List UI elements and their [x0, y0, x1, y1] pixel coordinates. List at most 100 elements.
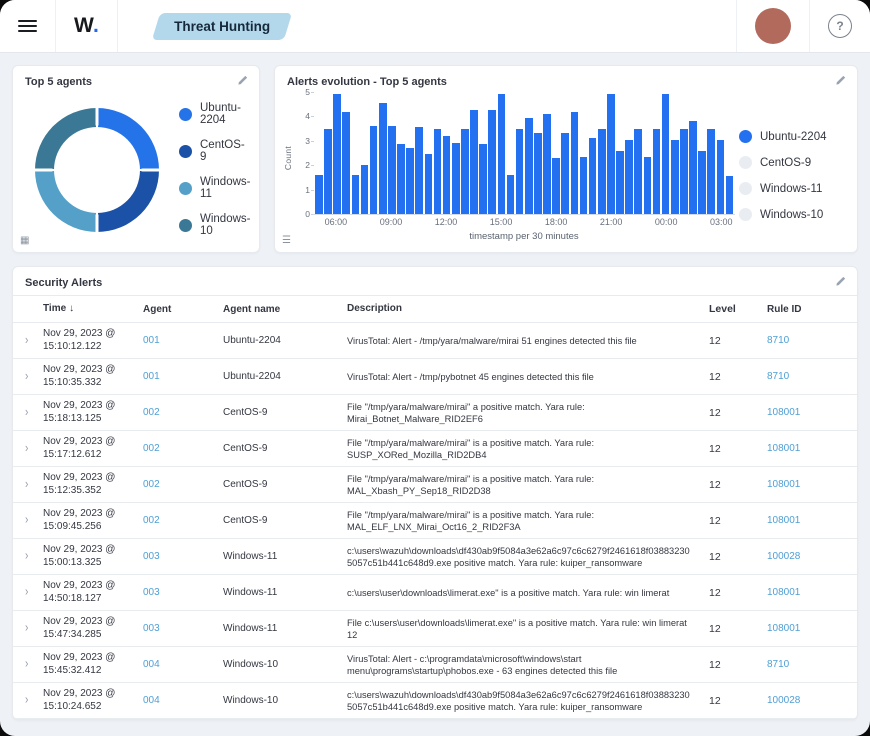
agent-id-link[interactable]: 001: [143, 335, 160, 346]
bar-12[interactable]: [425, 154, 433, 214]
rule-id-link[interactable]: 108001: [767, 515, 800, 526]
column-header-agent-name[interactable]: Agent name: [223, 304, 347, 315]
bar-2[interactable]: [333, 94, 341, 214]
agent-id-link[interactable]: 002: [143, 479, 160, 490]
bar-34[interactable]: [625, 140, 633, 214]
expand-row-icon[interactable]: ›: [25, 657, 28, 671]
edit-panel-icon[interactable]: [835, 75, 846, 86]
bar-35[interactable]: [634, 129, 642, 214]
bar-36[interactable]: [644, 157, 652, 214]
bar-25[interactable]: [543, 114, 551, 214]
bar-8[interactable]: [388, 126, 396, 214]
table-mini-icon[interactable]: ▦: [20, 236, 29, 246]
bar-45[interactable]: [726, 176, 734, 214]
expand-row-icon[interactable]: ›: [25, 477, 28, 491]
edit-panel-icon[interactable]: [237, 75, 248, 86]
bar-23[interactable]: [525, 118, 533, 214]
bar-17[interactable]: [470, 110, 478, 214]
bar-33[interactable]: [616, 151, 624, 214]
column-header-level[interactable]: Level: [709, 303, 767, 315]
bar-40[interactable]: [680, 129, 688, 214]
bar-7[interactable]: [379, 103, 387, 214]
bar-15[interactable]: [452, 143, 460, 214]
column-header-rule-id[interactable]: Rule ID: [767, 304, 851, 315]
agent-id-link[interactable]: 003: [143, 587, 160, 598]
rule-id-link[interactable]: 100028: [767, 551, 800, 562]
legend-item-ubuntu-2204[interactable]: Ubuntu-2204: [739, 130, 847, 143]
expand-row-icon[interactable]: ›: [25, 693, 28, 707]
bar-28[interactable]: [571, 112, 579, 214]
bar-42[interactable]: [698, 151, 706, 214]
bar-44[interactable]: [717, 140, 725, 214]
bar-32[interactable]: [607, 94, 615, 214]
legend-item-windows-10[interactable]: Windows-10: [179, 213, 251, 237]
bar-4[interactable]: [352, 175, 360, 214]
rule-id-link[interactable]: 108001: [767, 623, 800, 634]
bar-20[interactable]: [498, 94, 506, 214]
rule-id-link[interactable]: 8710: [767, 335, 789, 346]
bar-16[interactable]: [461, 129, 469, 214]
column-header-time[interactable]: Time↓: [43, 303, 143, 316]
bar-38[interactable]: [662, 94, 670, 214]
edit-panel-icon[interactable]: [835, 276, 846, 287]
help-icon[interactable]: ?: [828, 14, 852, 38]
column-header-description[interactable]: Description: [347, 303, 709, 315]
rule-id-link[interactable]: 108001: [767, 587, 800, 598]
bar-41[interactable]: [689, 121, 697, 214]
agent-id-link[interactable]: 003: [143, 551, 160, 562]
column-header-agent[interactable]: Agent: [143, 304, 223, 315]
bar-43[interactable]: [707, 129, 715, 214]
expand-row-icon[interactable]: ›: [25, 585, 28, 599]
list-mini-icon[interactable]: ☰: [282, 236, 291, 246]
breadcrumb-threat-hunting[interactable]: Threat Hunting: [156, 13, 288, 40]
bar-3[interactable]: [342, 112, 350, 214]
rule-id-link[interactable]: 8710: [767, 659, 789, 670]
bar-18[interactable]: [479, 144, 487, 214]
bar-5[interactable]: [361, 165, 369, 214]
bar-0[interactable]: [315, 175, 323, 214]
legend-item-centos-9[interactable]: CentOS-9: [739, 156, 847, 169]
bar-39[interactable]: [671, 140, 679, 214]
legend-item-centos-9[interactable]: CentOS-9: [179, 139, 251, 163]
expand-row-icon[interactable]: ›: [25, 513, 28, 527]
top-agents-donut-chart[interactable]: [35, 108, 159, 232]
expand-row-icon[interactable]: ›: [25, 441, 28, 455]
user-avatar[interactable]: [755, 8, 791, 44]
rule-id-link[interactable]: 108001: [767, 443, 800, 454]
expand-row-icon[interactable]: ›: [25, 405, 28, 419]
bar-10[interactable]: [406, 148, 414, 214]
legend-item-windows-10[interactable]: Windows-10: [739, 208, 847, 221]
bar-26[interactable]: [552, 158, 560, 214]
bar-27[interactable]: [561, 133, 569, 214]
legend-item-windows-11[interactable]: Windows-11: [179, 176, 251, 200]
rule-id-link[interactable]: 8710: [767, 371, 789, 382]
expand-row-icon[interactable]: ›: [25, 369, 28, 383]
expand-row-icon[interactable]: ›: [25, 621, 28, 635]
expand-row-icon[interactable]: ›: [25, 549, 28, 563]
agent-id-link[interactable]: 001: [143, 371, 160, 382]
app-logo[interactable]: W.: [74, 14, 99, 38]
agent-id-link[interactable]: 004: [143, 659, 160, 670]
bar-21[interactable]: [507, 175, 515, 214]
bar-13[interactable]: [434, 129, 442, 214]
bar-9[interactable]: [397, 144, 405, 214]
rule-id-link[interactable]: 100028: [767, 695, 800, 706]
expand-row-icon[interactable]: ›: [25, 333, 28, 347]
legend-item-windows-11[interactable]: Windows-11: [739, 182, 847, 195]
rule-id-link[interactable]: 108001: [767, 407, 800, 418]
bar-6[interactable]: [370, 126, 378, 214]
bar-19[interactable]: [488, 110, 496, 214]
agent-id-link[interactable]: 002: [143, 407, 160, 418]
bar-24[interactable]: [534, 133, 542, 214]
bar-11[interactable]: [415, 127, 423, 214]
bar-14[interactable]: [443, 136, 451, 214]
bar-31[interactable]: [598, 129, 606, 214]
hamburger-menu-icon[interactable]: [18, 20, 37, 33]
rule-id-link[interactable]: 108001: [767, 479, 800, 490]
bar-1[interactable]: [324, 129, 332, 214]
agent-id-link[interactable]: 002: [143, 515, 160, 526]
bar-22[interactable]: [516, 129, 524, 214]
bar-29[interactable]: [580, 157, 588, 214]
agent-id-link[interactable]: 003: [143, 623, 160, 634]
bar-30[interactable]: [589, 138, 597, 214]
